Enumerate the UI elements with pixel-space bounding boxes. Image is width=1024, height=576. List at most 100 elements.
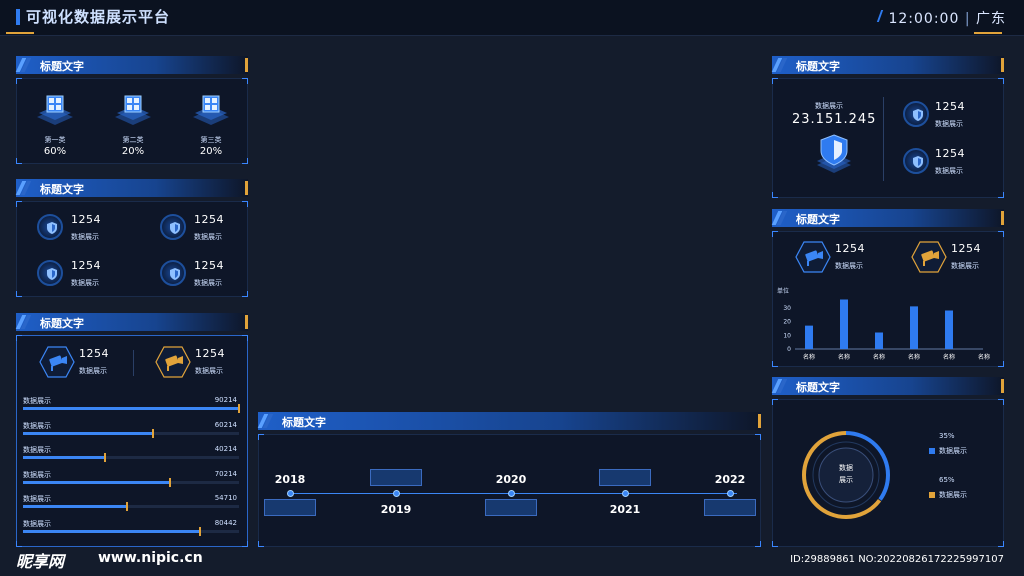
header-underline-right xyxy=(974,32,1002,34)
corner xyxy=(242,78,248,84)
legend-label: 数据展示 xyxy=(939,447,967,455)
panel-title-bar: 标题文字 xyxy=(15,313,248,331)
corner xyxy=(242,291,248,297)
watermark-brand: 昵享网 xyxy=(16,552,65,571)
x-tick-label: 名称 xyxy=(873,353,885,361)
legend-percent: 65% xyxy=(939,476,955,484)
bar-value: 54710 xyxy=(214,494,237,502)
y-tick-label: 10 xyxy=(783,332,791,339)
bar-label: 数据展示 xyxy=(23,519,51,528)
timeline-box[interactable] xyxy=(599,469,651,486)
divider xyxy=(883,97,884,181)
progress-marker xyxy=(104,453,107,462)
timeline-dot xyxy=(622,490,629,497)
camera-label: 数据展示 xyxy=(79,367,107,375)
corner xyxy=(16,78,22,84)
timeline-box[interactable] xyxy=(704,499,756,516)
summary-value: 23.151.245 xyxy=(792,112,877,127)
stat-label: 数据展示 xyxy=(71,279,99,287)
camera-icon xyxy=(155,346,191,378)
bar-label: 数据展示 xyxy=(23,446,51,454)
y-tick-label: 30 xyxy=(783,305,791,312)
panel-title: 标题文字 xyxy=(40,317,84,330)
bar-label: 数据展示 xyxy=(23,470,51,479)
category-value: 20% xyxy=(199,146,223,157)
legend-percent: 35% xyxy=(939,432,955,440)
corner xyxy=(16,201,22,207)
region-text: 广东 xyxy=(976,11,1006,27)
progress-marker xyxy=(238,404,240,413)
panel-title: 标题文字 xyxy=(796,213,840,226)
panel-title: 标题文字 xyxy=(40,60,84,73)
corner xyxy=(772,399,778,405)
timeline-year: 2022 xyxy=(714,473,746,486)
progress-marker xyxy=(151,428,154,438)
clock: 12:00:00 | 广东 xyxy=(888,8,1006,28)
bar xyxy=(840,299,848,349)
timeline-dot xyxy=(508,490,515,497)
stat-value: 1254 xyxy=(935,100,965,113)
stat-value: 1254 xyxy=(194,259,224,272)
category-value: 60% xyxy=(43,146,67,157)
timeline-box[interactable] xyxy=(370,469,422,486)
category-label: 第一类 xyxy=(44,136,66,144)
progress-fill xyxy=(23,529,201,533)
corner xyxy=(998,78,1004,84)
header: 可视化数据展示平台 12:00:00 | 广东 xyxy=(0,0,1024,36)
bar-label: 数据展示 xyxy=(23,495,51,503)
stat-label: 数据展示 xyxy=(71,233,99,241)
category-label: 第三类 xyxy=(200,136,222,144)
corner xyxy=(998,192,1004,198)
legend-swatch xyxy=(929,492,935,498)
donut-center-label: 数据 展示 xyxy=(839,464,853,484)
progress-marker xyxy=(125,502,128,511)
summary-label: 数据展示 xyxy=(815,102,843,110)
panel-title: 标题文字 xyxy=(282,416,326,429)
layers-icon xyxy=(33,93,77,131)
watermark: 昵享网 www.nipic.cn ID:29889861 NO:20220826… xyxy=(0,550,1024,576)
corner xyxy=(998,399,1004,405)
shield-icon xyxy=(160,214,186,240)
legend-label: 数据展示 xyxy=(939,491,967,499)
panel-title-bar: 标题文字 xyxy=(771,377,1004,395)
layers-icon xyxy=(189,93,233,131)
panel-title: 标题文字 xyxy=(796,381,840,394)
timeline-dot xyxy=(393,490,400,497)
x-tick-label: 名称 xyxy=(943,353,955,361)
title-tick xyxy=(758,414,761,428)
corner xyxy=(755,434,761,440)
progress-panel: 1254 数据展示 1254 数据展示 数据展示 90214 数据展示 60214 数据展示 4… xyxy=(16,335,248,547)
panel-title-bar: 标题文字 xyxy=(771,56,1004,74)
category-label: 第二类 xyxy=(122,136,144,144)
progress-marker xyxy=(168,477,171,487)
timeline-box[interactable] xyxy=(264,499,316,516)
corner xyxy=(772,78,778,84)
x-tick-label: 名称 xyxy=(978,353,990,361)
timeline-year: 2021 xyxy=(609,503,641,516)
progress-fill xyxy=(23,505,127,508)
bar xyxy=(910,306,918,349)
title-tick xyxy=(1001,379,1004,393)
corner xyxy=(242,541,248,547)
timeline-box[interactable] xyxy=(485,499,537,516)
camera-icon xyxy=(39,346,75,378)
timeline-dot xyxy=(727,490,734,497)
legend-swatch xyxy=(929,448,935,454)
corner xyxy=(772,231,778,237)
corner xyxy=(772,541,778,547)
bar-label: 数据展示 xyxy=(23,397,51,405)
corner xyxy=(16,335,22,341)
stat-value: 1254 xyxy=(194,213,224,226)
bar xyxy=(875,332,883,349)
stat-value: 1254 xyxy=(71,213,101,226)
panel-title-bar: 标题文字 xyxy=(15,179,248,197)
progress-fill xyxy=(23,480,170,484)
corner xyxy=(258,541,264,547)
stat-value: 1254 xyxy=(935,147,965,160)
progress-marker xyxy=(199,526,202,536)
corner xyxy=(772,192,778,198)
camera-icon xyxy=(795,241,831,273)
timeline-year: 2020 xyxy=(495,473,527,486)
category-item: 第二类 20% xyxy=(105,93,161,159)
bar-value: 90214 xyxy=(214,396,237,404)
